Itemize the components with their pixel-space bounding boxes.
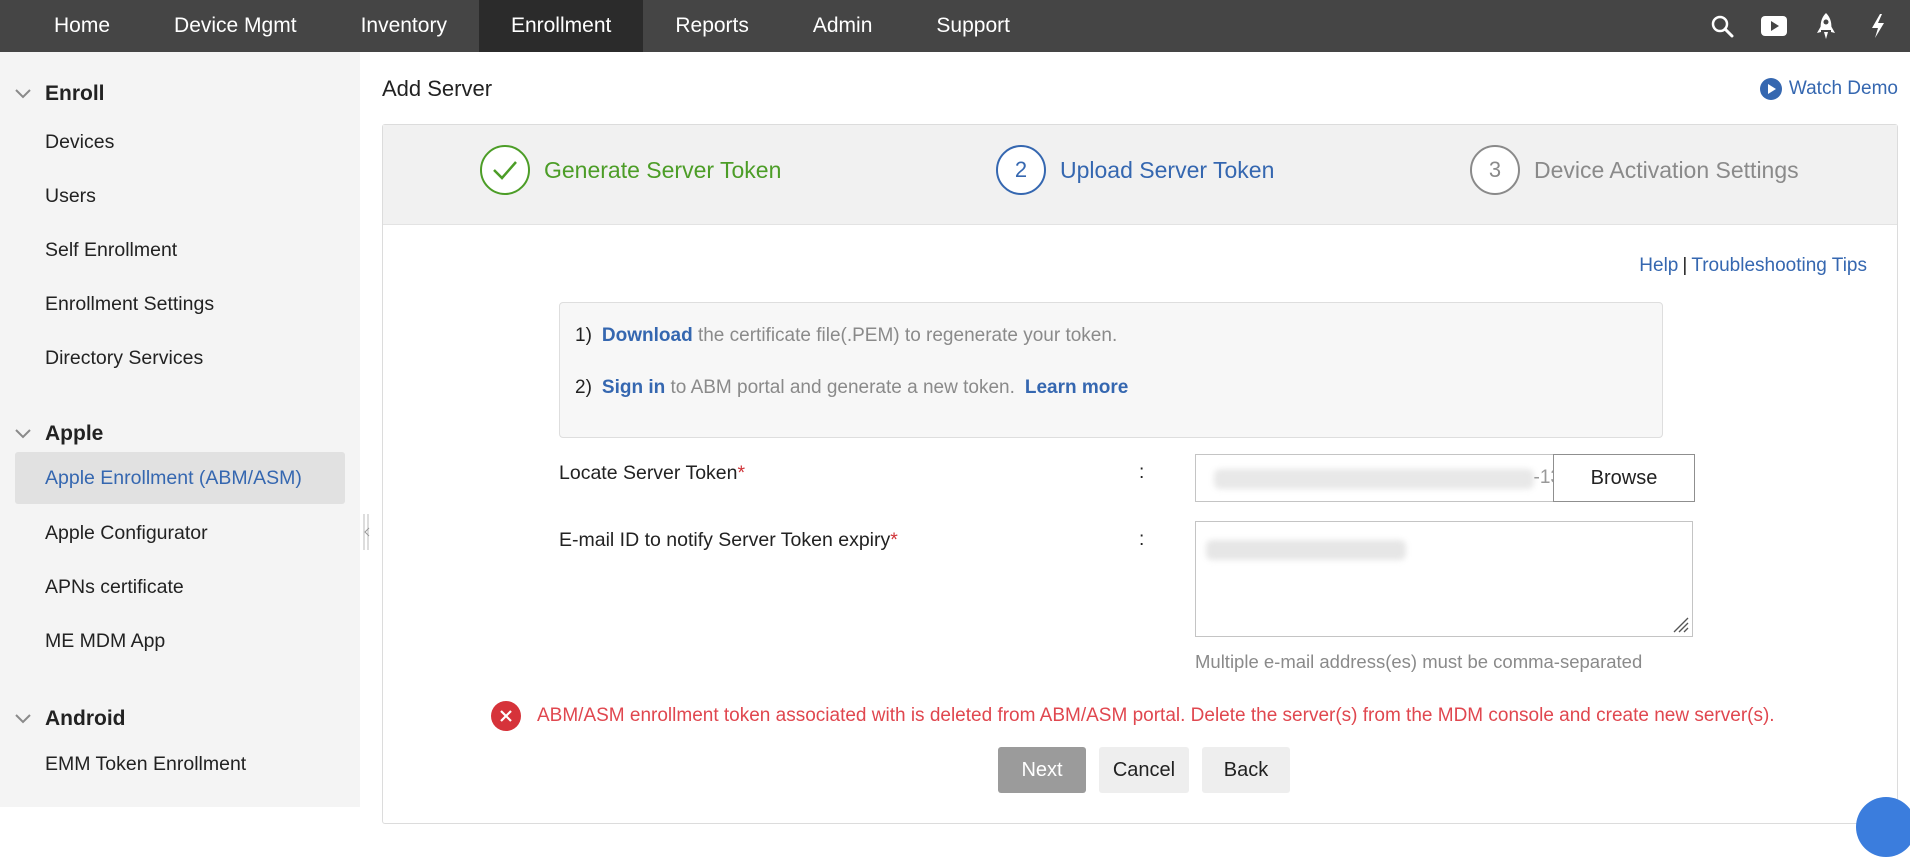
tab-inventory[interactable]: Inventory <box>329 0 479 52</box>
learn-more-link[interactable]: Learn more <box>1025 377 1128 398</box>
instruction-number: 2) <box>575 377 592 398</box>
resize-handle-icon[interactable] <box>1670 614 1690 634</box>
troubleshooting-tips-link[interactable]: Troubleshooting Tips <box>1691 255 1867 276</box>
error-text: ABM/ASM enrollment token associated with… <box>537 705 1775 726</box>
chevron-down-icon <box>15 89 31 99</box>
instruction-number: 1) <box>575 325 592 346</box>
instructions-box: 1) Download the certificate file(.PEM) to… <box>559 302 1663 438</box>
instruction-line-2: 2) Sign in to ABM portal and generate a n… <box>575 377 1128 399</box>
email-textarea[interactable] <box>1195 521 1693 637</box>
step-device-activation-settings: 3 Device Activation Settings <box>1470 145 1799 195</box>
sidebar-item-emm-token-enrollment[interactable]: EMM Token Enrollment <box>15 738 345 790</box>
sign-in-link[interactable]: Sign in <box>602 377 665 398</box>
chat-support-button[interactable] <box>1856 797 1910 857</box>
step-label: Generate Server Token <box>544 156 782 183</box>
sidebar-item-enrollment-settings[interactable]: Enrollment Settings <box>15 278 345 330</box>
tab-device-mgmt[interactable]: Device Mgmt <box>142 0 329 52</box>
instruction-text: to ABM portal and generate a new token. <box>665 377 1015 398</box>
step-number: 3 <box>1470 145 1520 195</box>
download-link[interactable]: Download <box>602 325 693 346</box>
step-label: Upload Server Token <box>1060 156 1275 183</box>
redacted-file-path <box>1214 469 1534 489</box>
server-token-file-input[interactable]: -13 <box>1195 454 1555 502</box>
sidebar-resize-handle[interactable] <box>362 514 370 550</box>
sidebar-item-me-mdm-app[interactable]: ME MDM App <box>15 615 345 667</box>
step-complete-indicator <box>480 145 530 195</box>
email-notify-label: E-mail ID to notify Server Token expiry* <box>559 529 898 552</box>
step-label: Device Activation Settings <box>1534 156 1799 183</box>
tab-admin[interactable]: Admin <box>781 0 905 52</box>
search-icon[interactable] <box>1708 12 1736 40</box>
sidebar-section-title: Android <box>45 707 126 730</box>
error-message: ABM/ASM enrollment token associated with… <box>491 701 1775 731</box>
browse-button[interactable]: Browse <box>1553 454 1695 502</box>
next-button[interactable]: Next <box>998 747 1086 793</box>
instruction-text: the certificate file(.PEM) to regenerate… <box>692 325 1118 346</box>
locate-server-token-label: Locate Server Token* <box>559 462 745 485</box>
tab-support[interactable]: Support <box>904 0 1042 52</box>
sidebar-section-enroll[interactable]: Enroll <box>14 82 105 106</box>
checkmark-icon <box>493 161 517 180</box>
page-title: Add Server <box>382 76 493 101</box>
sidebar-item-self-enrollment[interactable]: Self Enrollment <box>15 224 345 276</box>
field-label-text: E-mail ID to notify Server Token expiry <box>559 529 891 551</box>
required-marker: * <box>890 529 898 551</box>
step-number: 2 <box>996 145 1046 195</box>
back-button[interactable]: Back <box>1202 747 1290 793</box>
sidebar: Enroll Devices Users Self Enrollment Enr… <box>0 52 360 807</box>
help-link[interactable]: Help <box>1639 255 1678 276</box>
sidebar-section-title: Apple <box>45 422 104 445</box>
redacted-email <box>1206 540 1406 560</box>
tab-home[interactable]: Home <box>0 0 142 52</box>
tab-enrollment[interactable]: Enrollment <box>478 0 644 52</box>
chevron-down-icon <box>15 714 31 724</box>
step-generate-server-token: Generate Server Token <box>480 145 781 195</box>
tab-reports[interactable]: Reports <box>643 0 781 52</box>
field-colon: : <box>1139 529 1145 550</box>
sidebar-item-apns-certificate[interactable]: APNs certificate <box>15 561 345 613</box>
rocket-icon[interactable] <box>1812 12 1840 40</box>
field-label-text: Locate Server Token <box>559 462 738 484</box>
add-server-panel: Generate Server Token 2 Upload Server To… <box>382 124 1898 824</box>
top-navigation-bar: Home Device Mgmt Inventory Enrollment Re… <box>0 0 1910 52</box>
email-hint-text: Multiple e-mail address(es) must be comm… <box>1195 651 1643 672</box>
sidebar-item-directory-services[interactable]: Directory Services <box>15 332 345 384</box>
error-icon <box>491 701 521 731</box>
step-upload-server-token: 2 Upload Server Token <box>996 145 1274 195</box>
instruction-line-1: 1) Download the certificate file(.PEM) to… <box>575 325 1117 347</box>
field-colon: : <box>1139 462 1145 483</box>
wizard-steps: Generate Server Token 2 Upload Server To… <box>383 125 1897 225</box>
top-nav-tabs: Home Device Mgmt Inventory Enrollment Re… <box>0 0 1042 52</box>
watch-demo-label: Watch Demo <box>1788 78 1898 99</box>
help-links: Help | Troubleshooting Tips <box>1639 255 1867 277</box>
help-separator: | <box>1682 255 1688 276</box>
sidebar-item-devices[interactable]: Devices <box>15 116 345 168</box>
file-path-tail: -13 <box>1533 467 1555 488</box>
sidebar-item-users[interactable]: Users <box>15 170 345 222</box>
video-icon[interactable] <box>1760 12 1788 40</box>
sidebar-section-android[interactable]: Android <box>14 707 125 731</box>
watch-demo-link[interactable]: Watch Demo <box>1759 77 1898 101</box>
sidebar-item-apple-configurator[interactable]: Apple Configurator <box>15 507 345 559</box>
bolt-icon[interactable] <box>1864 12 1892 40</box>
sidebar-section-title: Enroll <box>45 82 105 105</box>
play-circle-icon <box>1759 78 1782 100</box>
top-nav-icons <box>1708 0 1892 52</box>
cancel-button[interactable]: Cancel <box>1099 747 1189 793</box>
required-marker: * <box>737 462 746 484</box>
sidebar-section-apple[interactable]: Apple <box>14 422 103 446</box>
sidebar-item-apple-enrollment[interactable]: Apple Enrollment (ABM/ASM) <box>15 452 345 504</box>
chevron-down-icon <box>15 429 31 439</box>
